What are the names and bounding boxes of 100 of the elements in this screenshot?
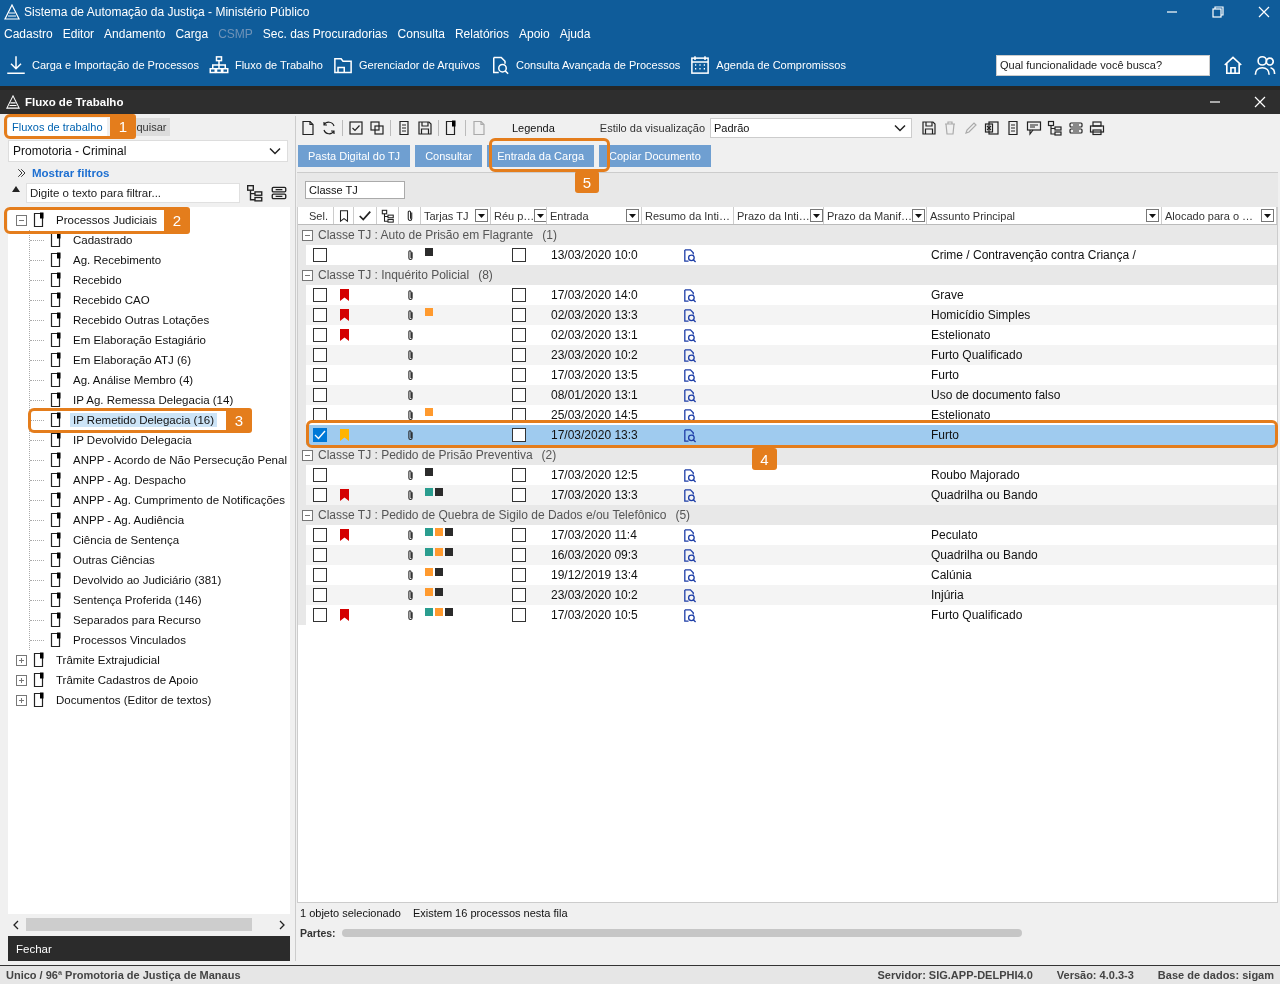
column-header[interactable]: Sel. [306,207,334,224]
tree-item[interactable]: ANPP - Ag. Audiência [70,513,188,527]
tree-item[interactable]: Processos Judiciais [53,213,160,227]
document-search-icon[interactable] [682,407,697,423]
checkbox[interactable] [512,608,526,622]
toolbar-button[interactable]: Fluxo de Trabalho [208,55,323,75]
menu-item[interactable]: Editor [62,27,95,41]
new-document-icon[interactable] [300,120,316,136]
checkbox[interactable] [313,608,327,622]
checkbox[interactable] [512,468,526,482]
column-header[interactable]: Entrada [547,207,642,224]
document-search-icon[interactable] [682,547,697,563]
filter-dropdown[interactable] [626,209,639,222]
document-search-icon[interactable] [682,247,697,263]
tree-item[interactable]: Recebido [70,273,125,287]
checkbox[interactable] [512,388,526,402]
menu-item[interactable]: Relatórios [454,27,509,41]
tree-icon[interactable] [246,184,264,202]
checkbox[interactable] [313,288,327,302]
checkbox[interactable] [512,428,526,442]
table-row[interactable]: 17/03/2020 13:3 Furto [298,425,1277,445]
document-search-icon[interactable] [682,387,697,403]
collapse-icon[interactable] [270,184,288,202]
tree-item[interactable]: ANPP - Acordo de Não Persecução Penal [70,453,290,467]
checkbox[interactable] [313,468,327,482]
checkbox[interactable] [313,528,327,542]
column-header[interactable]: Alocado para o … [1162,207,1277,224]
filter-dropdown[interactable] [809,209,823,222]
filter-dropdown[interactable] [912,209,925,222]
table-row[interactable]: 17/03/2020 13:3 Quadrilha ou Bando [298,485,1277,505]
tab[interactable]: Fluxos de trabalho [8,118,107,136]
copy-icon[interactable] [369,120,385,136]
filter-dropdown[interactable] [475,209,488,222]
tree-icon[interactable] [1047,120,1063,136]
checkbox[interactable] [512,368,526,382]
group-row[interactable]: Classe TJ : Pedido de Quebra de Sigilo de Dados e/ou Telefônico (5) [298,505,1277,525]
group-row[interactable]: Classe TJ : Inquérito Policial (8) [298,265,1277,285]
tree-item[interactable]: ANPP - Ag. Cumprimento de Notificações [70,493,288,507]
document-search-icon[interactable] [682,307,697,323]
checkbox[interactable] [512,528,526,542]
filter-dropdown[interactable] [1261,209,1274,222]
checkbox[interactable] [512,588,526,602]
document-search-icon[interactable] [682,527,697,543]
checkbox[interactable] [512,248,526,262]
checkbox[interactable] [313,348,327,362]
column-header[interactable]: Prazo da Inti… [734,207,824,224]
checkbox[interactable] [512,328,526,342]
column-header[interactable]: Tarjas TJ [421,207,491,224]
filter-dropdown[interactable] [534,209,546,222]
column-header[interactable]: Resumo da Inti… [642,207,734,224]
tree-item[interactable]: Devolvido ao Judiciário (381) [70,573,225,587]
tree-item[interactable]: Processos Vinculados [70,633,189,647]
filter-field[interactable]: Digite o texto para filtrar... [26,183,240,203]
checkbox[interactable] [512,308,526,322]
checkbox[interactable] [313,588,327,602]
tree-item[interactable]: IP Devolvido Delegacia [70,433,195,447]
tree-item[interactable]: Sentença Proferida (146) [70,593,205,607]
legend-label[interactable]: Legenda [512,122,555,134]
message-icon[interactable] [1026,120,1042,136]
tree-item[interactable]: Outras Ciências [70,553,158,567]
menu-item[interactable]: Cadastro [4,27,53,41]
tree-item[interactable]: Trâmite Cadastros de Apoio [53,673,202,687]
checkbox[interactable] [313,308,327,322]
table-row[interactable]: 02/03/2020 13:3 Homicídio Simples [298,305,1277,325]
unit-dropdown[interactable]: Promotoria - Criminal [8,140,288,162]
filter-dropdown[interactable] [1146,209,1159,222]
checkbox[interactable] [313,428,327,442]
users-icon[interactable] [1254,54,1276,76]
checkbox[interactable] [313,548,327,562]
save-icon[interactable] [921,120,937,136]
menu-item[interactable]: Andamento [104,27,166,41]
tree-item[interactable]: Separados para Recurso [70,613,204,627]
spreadsheet-icon[interactable] [984,120,1000,136]
checkbox[interactable] [313,488,327,502]
tree-item[interactable]: Cadastrado [70,233,136,247]
tree-item[interactable]: Recebido CAO [70,293,153,307]
document-search-icon[interactable] [682,607,697,623]
expand-icon[interactable] [16,674,27,686]
document-search-icon[interactable] [682,567,697,583]
expand-icon[interactable] [16,654,27,666]
restore-icon[interactable] [1210,4,1226,20]
checkbox[interactable] [512,568,526,582]
tree-item[interactable]: Recebido Outras Lotações [70,313,213,327]
document-search-icon[interactable] [682,587,697,603]
home-icon[interactable] [1222,54,1244,76]
tree-item[interactable]: Ciência de Sentença [70,533,183,547]
search-field[interactable]: Qual funcionalidade você busca? [996,54,1210,76]
scroll-right-icon[interactable] [278,919,286,930]
collapse-icon[interactable] [1068,120,1084,136]
document-search-icon[interactable] [682,327,697,343]
document-list-icon[interactable] [1005,120,1021,136]
group-row[interactable]: Classe TJ : Auto de Prisão em Flagrante (1) [298,225,1277,245]
toolbar-button[interactable]: Carga e Importação de Processos [6,55,199,75]
scroll-left-icon[interactable] [12,919,20,930]
document-search-icon[interactable] [682,467,697,483]
tree-item[interactable]: Documentos (Editor de textos) [53,693,215,707]
document-search-icon[interactable] [682,427,697,443]
document-search-icon[interactable] [682,367,697,383]
expand-icon[interactable] [16,694,27,706]
checkbox[interactable] [313,248,327,262]
